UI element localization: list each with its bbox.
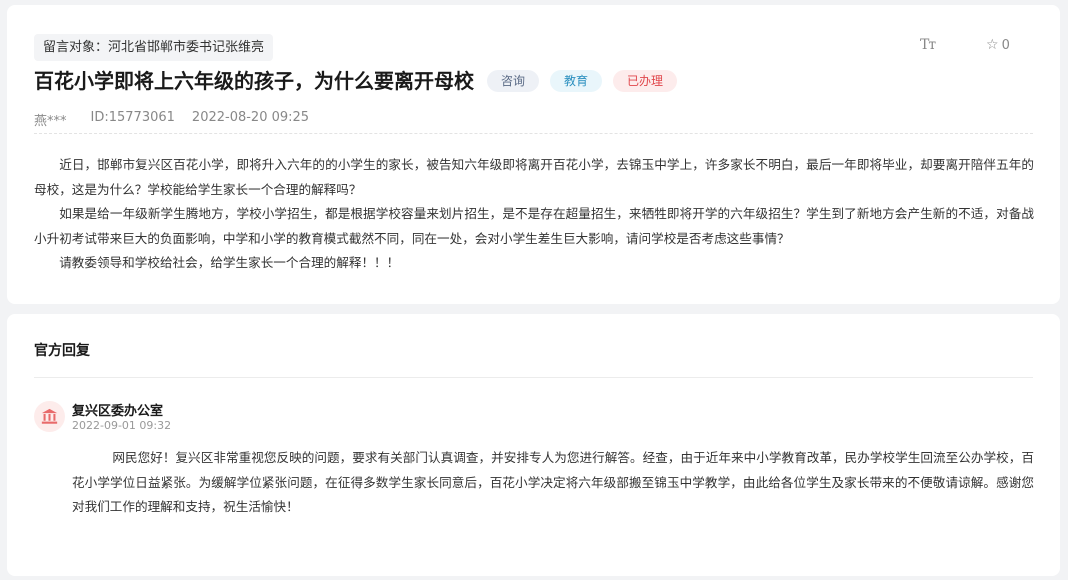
tag-consult: 咨询 <box>487 70 540 92</box>
page-title: 百花小学即将上六年级的孩子，为什么要离开母校 <box>34 69 474 93</box>
message-meta: 燕*** ID:15773061 2022-08-20 09:25 <box>34 110 309 129</box>
message-target-label: 留言对象：河北省邯郸市委书记张维亮 <box>34 34 274 61</box>
reply-org-name: 复兴区委办公室 <box>72 404 164 419</box>
favorite-count: 0 <box>1001 37 1010 53</box>
government-building-icon <box>41 408 58 424</box>
divider <box>34 133 1033 134</box>
title-row: 百花小学即将上六年级的孩子，为什么要离开母校 咨询 教育 已办理 <box>34 67 678 95</box>
divider <box>34 377 1033 378</box>
reply-heading: 官方回复 <box>34 343 90 359</box>
favorite-button[interactable]: ☆ 0 <box>986 37 1010 53</box>
author-name: 燕*** <box>34 114 67 129</box>
font-size-toggle-icon[interactable]: Tт <box>920 37 936 53</box>
reply-datetime: 2022-09-01 09:32 <box>72 419 172 432</box>
star-outline-icon: ☆ <box>986 37 999 53</box>
official-reply-card: 官方回复 复兴区委办公室 2022-09-01 09:32 网民您好！复兴区非常… <box>7 314 1060 576</box>
reply-body: 网民您好！复兴区非常重视您反映的问题，要求有关部门认真调查，并安排专人为您进行解… <box>72 446 1034 520</box>
message-body: 近日，邯郸市复兴区百花小学，即将升入六年的的小学生的家长，被告知六年级即将离开百… <box>34 153 1034 276</box>
tag-education: 教育 <box>550 70 603 92</box>
message-paragraph: 如果是给一年级新学生腾地方，学校小学招生，都是根据学校容量来划片招生，是不是存在… <box>34 206 1034 246</box>
avatar <box>34 401 65 432</box>
message-paragraph: 请教委领导和学校给社会，给学生家长一个合理的解释！！！ <box>59 255 400 270</box>
reply-paragraph: 网民您好！复兴区非常重视您反映的问题，要求有关部门认真调查，并安排专人为您进行解… <box>72 450 1034 514</box>
status-badge: 已办理 <box>613 70 678 92</box>
message-card: 留言对象：河北省邯郸市委书记张维亮 Tт ☆ 0 百花小学即将上六年级的孩子，为… <box>7 5 1060 304</box>
message-paragraph: 近日，邯郸市复兴区百花小学，即将升入六年的的小学生的家长，被告知六年级即将离开百… <box>34 157 1034 197</box>
message-datetime: 2022-08-20 09:25 <box>191 110 310 125</box>
message-id: ID:15773061 <box>90 110 175 125</box>
